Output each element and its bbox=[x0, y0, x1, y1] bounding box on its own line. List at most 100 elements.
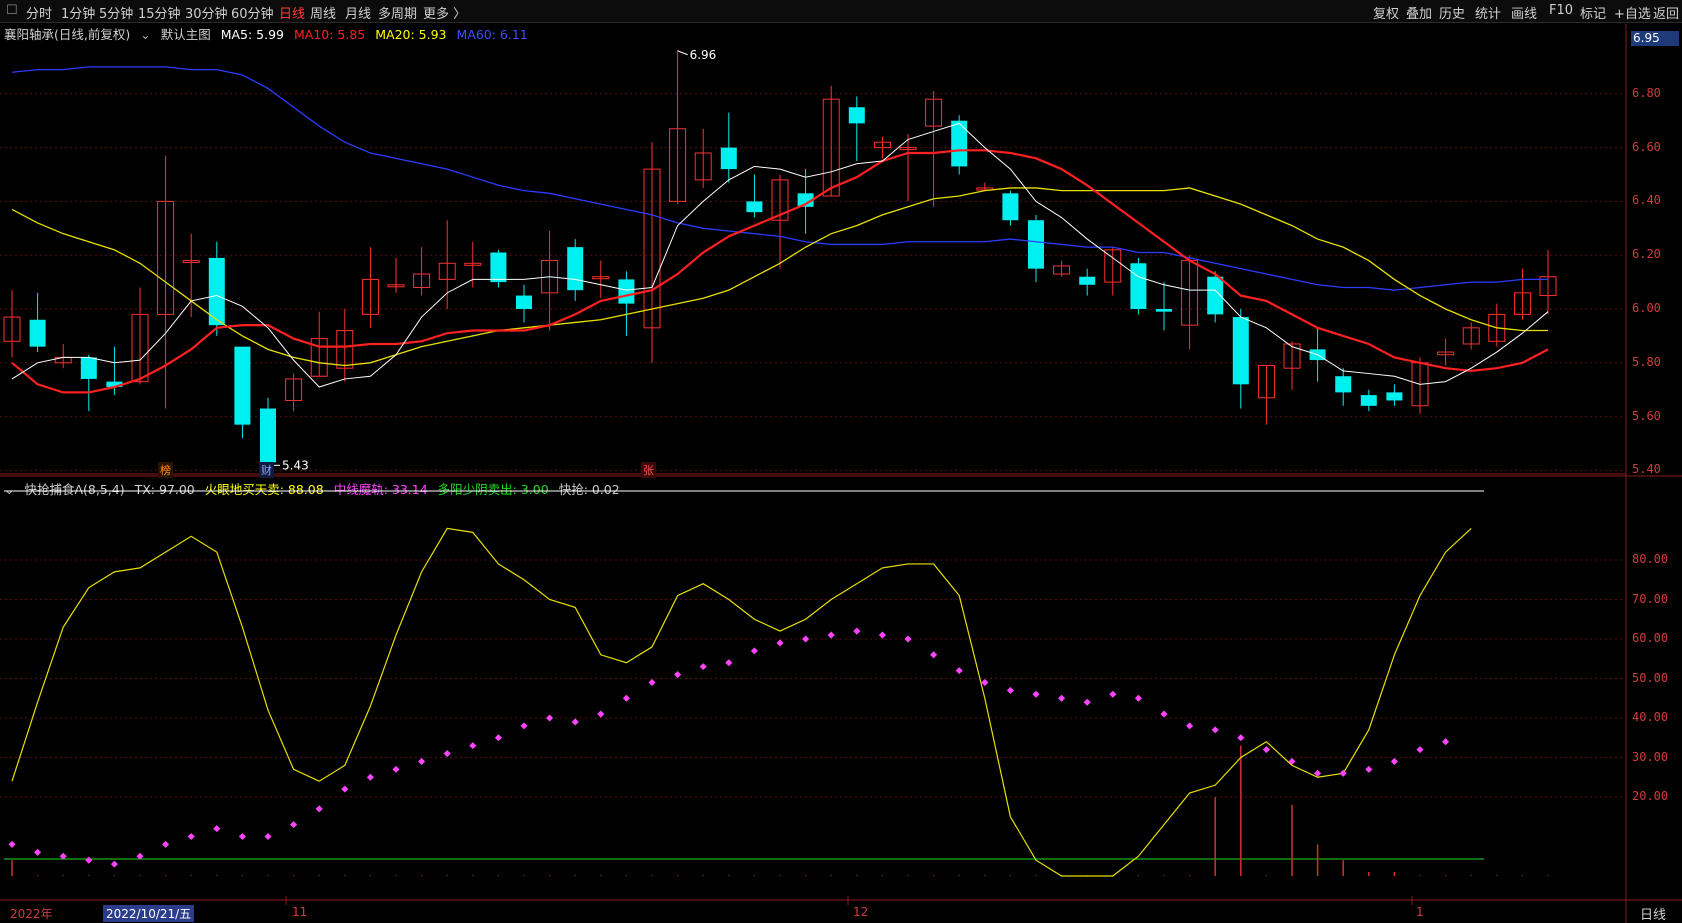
s2-dot bbox=[546, 714, 554, 722]
s2-dot bbox=[213, 825, 221, 833]
high-label: 6.96 bbox=[690, 48, 717, 62]
candle-down bbox=[618, 279, 635, 304]
s2-dot bbox=[648, 678, 656, 686]
candle-down bbox=[951, 120, 968, 167]
s2-dot bbox=[494, 734, 502, 742]
s2-dot bbox=[878, 631, 886, 639]
side-period-button[interactable]: 日线 bbox=[1640, 904, 1666, 923]
candle-down bbox=[1335, 376, 1352, 393]
candle-down bbox=[234, 346, 251, 425]
s2-dot bbox=[750, 647, 758, 655]
s2-dot bbox=[1211, 726, 1219, 734]
s2-dot bbox=[264, 832, 272, 841]
s2-dot bbox=[366, 773, 374, 781]
date-label-1: 1 bbox=[1416, 905, 1424, 919]
s2-dot bbox=[443, 750, 451, 758]
date-label-11: 11 bbox=[292, 905, 308, 919]
price-tick-label: 5.40 bbox=[1632, 462, 1661, 477]
s2-dot bbox=[341, 785, 349, 793]
s2-dot bbox=[1365, 765, 1373, 773]
s2-dot bbox=[725, 659, 733, 667]
s2-dot bbox=[981, 678, 989, 686]
s2-dot bbox=[571, 718, 579, 726]
candle-down bbox=[1386, 392, 1403, 401]
s2-dot bbox=[187, 832, 195, 841]
s2-dot bbox=[1262, 746, 1270, 754]
s2-dot bbox=[8, 840, 16, 848]
s2-dot bbox=[1006, 686, 1014, 694]
s2-dot bbox=[162, 840, 170, 848]
s2-dot bbox=[1390, 757, 1398, 765]
candle-down bbox=[1079, 276, 1096, 285]
candle-down bbox=[29, 319, 46, 347]
s2-dot bbox=[1058, 694, 1066, 702]
candle-down bbox=[80, 357, 97, 379]
s2-dot bbox=[1032, 690, 1040, 698]
s2-dot bbox=[1109, 690, 1117, 698]
high-pointer bbox=[677, 50, 688, 56]
price-tick-label: 5.80 bbox=[1632, 354, 1661, 369]
selected-date: 2022/10/21/五 bbox=[103, 905, 195, 922]
sub-tick-label: 50.00 bbox=[1632, 670, 1669, 685]
price-tick-label: 6.20 bbox=[1632, 247, 1661, 262]
s2-dot bbox=[776, 639, 784, 647]
candle-down bbox=[1156, 309, 1172, 312]
sub-tick-label: 60.00 bbox=[1632, 631, 1669, 645]
candle-down bbox=[567, 247, 584, 291]
price-tick-label: 6.80 bbox=[1632, 85, 1661, 100]
s2-dot bbox=[110, 860, 118, 868]
candle-down bbox=[1002, 193, 1019, 221]
date-label-12: 12 bbox=[853, 905, 869, 919]
s2-dot bbox=[1160, 710, 1168, 718]
price-tick-label: 6.00 bbox=[1632, 301, 1661, 315]
s2-dot bbox=[699, 663, 707, 671]
price-tick-label: 5.60 bbox=[1632, 408, 1661, 423]
s2-dot bbox=[904, 635, 912, 643]
candle-down bbox=[720, 147, 737, 170]
s2-dot bbox=[34, 848, 42, 856]
s2-dot bbox=[622, 694, 630, 702]
kline-chart: 6.96 5.43 bbox=[0, 24, 1682, 923]
sub-tick-label: 80.00 bbox=[1632, 552, 1669, 566]
s2-dot bbox=[674, 671, 682, 679]
s2-dot bbox=[392, 765, 400, 773]
s2-dot bbox=[469, 742, 477, 750]
candle-down bbox=[1232, 317, 1249, 385]
sub-tick-label: 40.00 bbox=[1632, 710, 1669, 724]
date-label-year: 2022年 bbox=[10, 907, 53, 921]
candle-down bbox=[1130, 263, 1147, 309]
s2-dot bbox=[1186, 722, 1194, 730]
s2-dot bbox=[1416, 746, 1424, 754]
s2-dot bbox=[238, 832, 246, 841]
s2-dot bbox=[315, 805, 323, 813]
candle-down bbox=[260, 408, 276, 463]
candle-down bbox=[848, 107, 865, 124]
s1-line bbox=[11, 527, 1472, 877]
s2-dot bbox=[520, 722, 528, 730]
price-tick-label: 6.60 bbox=[1632, 139, 1661, 154]
candle-down bbox=[1360, 395, 1377, 406]
s2-dot bbox=[1442, 738, 1450, 746]
marker-bang[interactable]: 榜 bbox=[158, 462, 173, 478]
low-label: 5.43 bbox=[282, 458, 309, 472]
s2-dot bbox=[802, 635, 810, 643]
candle-down bbox=[516, 295, 532, 309]
sub-tick-label: 70.00 bbox=[1632, 591, 1669, 606]
sub-tick-label: 30.00 bbox=[1632, 749, 1669, 764]
marker-cai[interactable]: 财 bbox=[259, 462, 274, 478]
s2-dot bbox=[853, 627, 861, 635]
candle-down bbox=[1028, 220, 1044, 269]
s2-dot bbox=[85, 856, 93, 864]
s2-dot bbox=[1134, 694, 1142, 702]
s2-dot bbox=[1237, 734, 1245, 742]
price-tick-label: 6.40 bbox=[1632, 193, 1661, 208]
candle-down bbox=[746, 201, 763, 213]
marker-zhang[interactable]: 张 bbox=[641, 462, 656, 478]
s2-dot bbox=[1083, 698, 1091, 706]
s2-dot bbox=[290, 821, 298, 829]
s2-dot bbox=[930, 651, 938, 659]
sub-tick-label: 20.00 bbox=[1632, 789, 1669, 803]
s2-dot bbox=[955, 667, 963, 675]
s2-dot bbox=[418, 757, 426, 765]
s2-dot bbox=[827, 631, 835, 639]
